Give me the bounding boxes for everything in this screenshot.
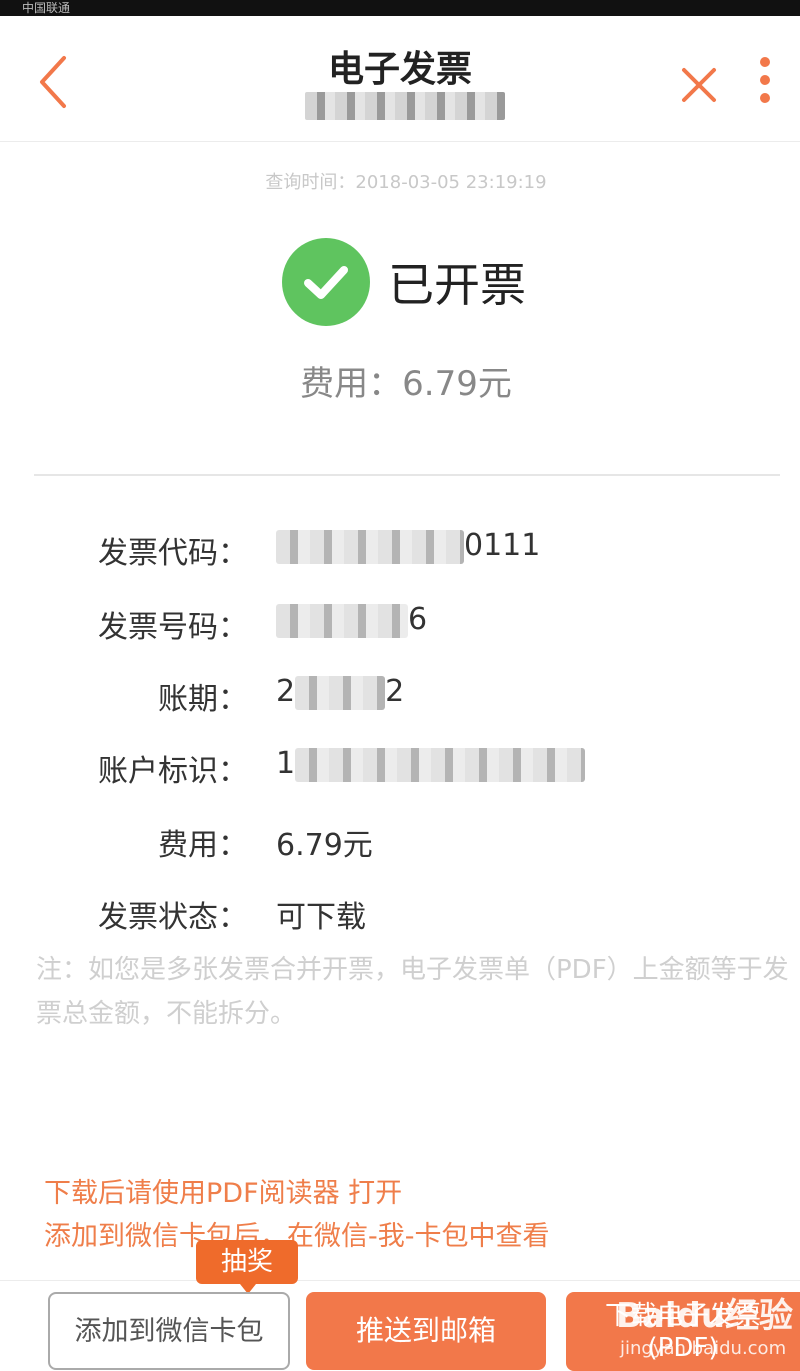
action-bar-divider bbox=[0, 1280, 800, 1281]
detail-value-end: 2 bbox=[385, 674, 405, 709]
close-button[interactable] bbox=[676, 62, 722, 108]
detail-label: 账期： bbox=[158, 682, 248, 717]
detail-value: 0111 bbox=[276, 528, 540, 564]
detail-value: 6 bbox=[276, 602, 427, 638]
check-circle-icon bbox=[282, 238, 370, 326]
detail-value: 可下载 bbox=[276, 900, 366, 935]
detail-row-invoice-number: 发票号码： 6 bbox=[0, 602, 800, 658]
detail-row-account-id: 账户标识： 1 bbox=[0, 746, 800, 802]
tip-wechat-wallet: 添加到微信卡包后，在微信-我-卡包中查看 bbox=[44, 1221, 550, 1252]
detail-row-fee: 费用： 6.79元 bbox=[0, 820, 800, 876]
detail-label: 账户标识： bbox=[98, 754, 248, 789]
redacted-block bbox=[295, 675, 386, 710]
fee-summary: 费用：6.79元 bbox=[300, 364, 512, 404]
detail-row-billing-period: 账期： 22 bbox=[0, 674, 800, 730]
redacted-block bbox=[295, 747, 586, 782]
detail-value-start: 1 bbox=[276, 746, 296, 781]
more-vertical-icon bbox=[760, 57, 770, 103]
divider bbox=[34, 474, 780, 476]
detail-row-invoice-status: 发票状态： 可下载 bbox=[0, 892, 800, 948]
detail-label: 发票代码： bbox=[98, 536, 248, 571]
app-header: 电子发票 bbox=[0, 16, 800, 142]
detail-value: 22 bbox=[276, 674, 404, 710]
lottery-badge[interactable]: 抽奖 bbox=[196, 1240, 298, 1294]
carrier-label: 中国联通 bbox=[22, 1, 71, 15]
detail-value: 1 bbox=[276, 746, 586, 782]
tip-pdf-reader: 下载后请使用PDF阅读器 打开 bbox=[44, 1178, 403, 1209]
watermark-url: jingyan.baidu.com bbox=[620, 1338, 787, 1359]
detail-label: 发票号码： bbox=[98, 610, 248, 645]
invoice-status: 已开票 bbox=[282, 236, 526, 328]
detail-label: 费用： bbox=[158, 828, 248, 863]
watermark-brand: Baidu经验 bbox=[616, 1296, 794, 1336]
status-bar: 中国联通 bbox=[0, 0, 800, 16]
account-subtitle-redacted bbox=[305, 92, 505, 120]
redacted-block bbox=[276, 603, 408, 638]
detail-value-start: 2 bbox=[276, 674, 296, 709]
detail-row-invoice-code: 发票代码： 0111 bbox=[0, 528, 800, 584]
send-to-email-button[interactable]: 推送到邮箱 bbox=[306, 1292, 546, 1370]
detail-value: 6.79元 bbox=[276, 828, 373, 863]
detail-value-end: 0111 bbox=[464, 528, 541, 563]
detail-label: 发票状态： bbox=[98, 900, 248, 935]
redacted-block bbox=[276, 529, 464, 564]
more-button[interactable] bbox=[752, 56, 778, 122]
detail-value-end: 6 bbox=[408, 602, 428, 637]
close-icon bbox=[682, 68, 716, 102]
download-tips: 下载后请使用PDF阅读器 打开 添加到微信卡包后，在微信-我-卡包中查看 bbox=[44, 1172, 784, 1258]
merge-note: 注：如您是多张发票合并开票，电子发票单（PDF）上金额等于发票总金额，不能拆分。 bbox=[36, 955, 789, 1029]
query-time: 查询时间：2018-03-05 23:19:19 bbox=[265, 172, 547, 193]
add-to-wechat-wallet-button[interactable]: 添加到微信卡包 bbox=[48, 1292, 290, 1370]
status-label: 已开票 bbox=[388, 258, 526, 312]
